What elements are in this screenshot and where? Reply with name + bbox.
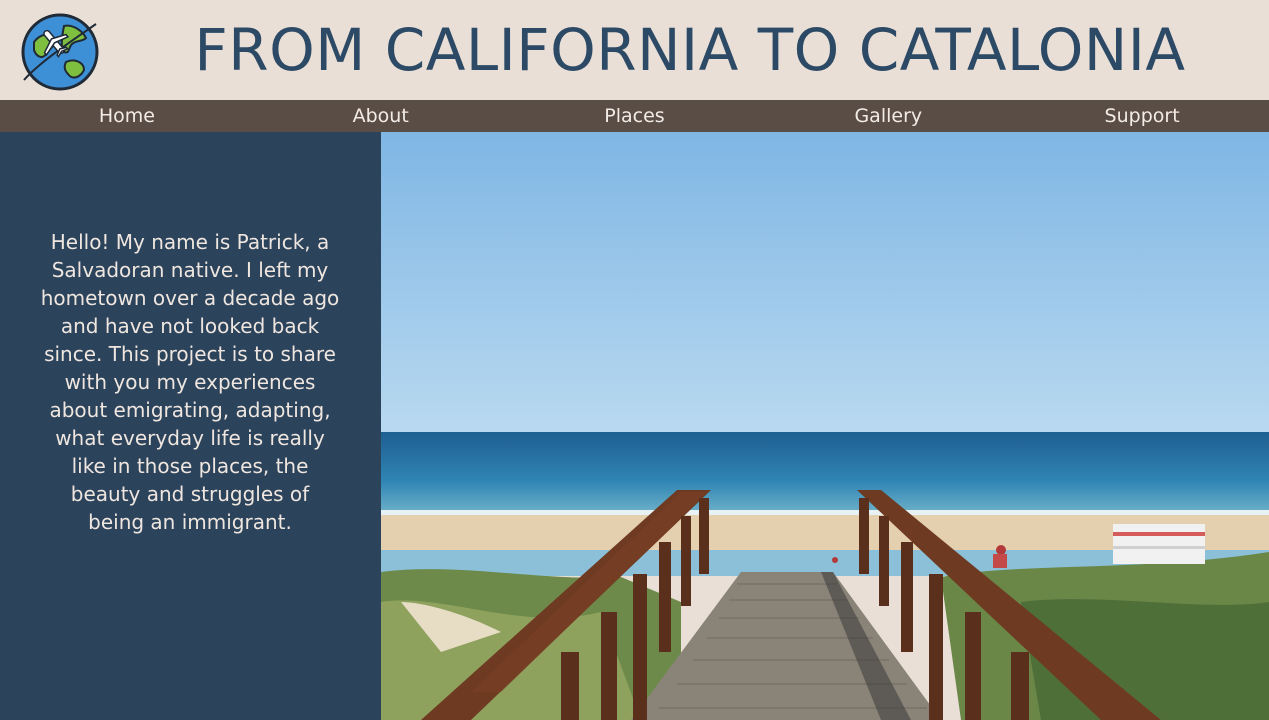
- beach-boardwalk-photo: [381, 132, 1269, 720]
- site-header: FROM CALIFORNIA TO CATALONIA: [0, 0, 1269, 100]
- intro-panel: Hello! My name is Patrick, a Salvadoran …: [0, 132, 381, 720]
- nav-item-support[interactable]: Support: [1015, 100, 1269, 132]
- globe-airplane-icon[interactable]: [20, 12, 100, 92]
- main-nav: Home About Places Gallery Support: [0, 100, 1269, 132]
- hero-image: [381, 132, 1269, 720]
- nav-item-home[interactable]: Home: [0, 100, 254, 132]
- nav-item-places[interactable]: Places: [508, 100, 762, 132]
- nav-item-gallery[interactable]: Gallery: [761, 100, 1015, 132]
- nav-item-about[interactable]: About: [254, 100, 508, 132]
- intro-text: Hello! My name is Patrick, a Salvadoran …: [40, 230, 340, 534]
- site-title: FROM CALIFORNIA TO CATALONIA: [194, 16, 1186, 84]
